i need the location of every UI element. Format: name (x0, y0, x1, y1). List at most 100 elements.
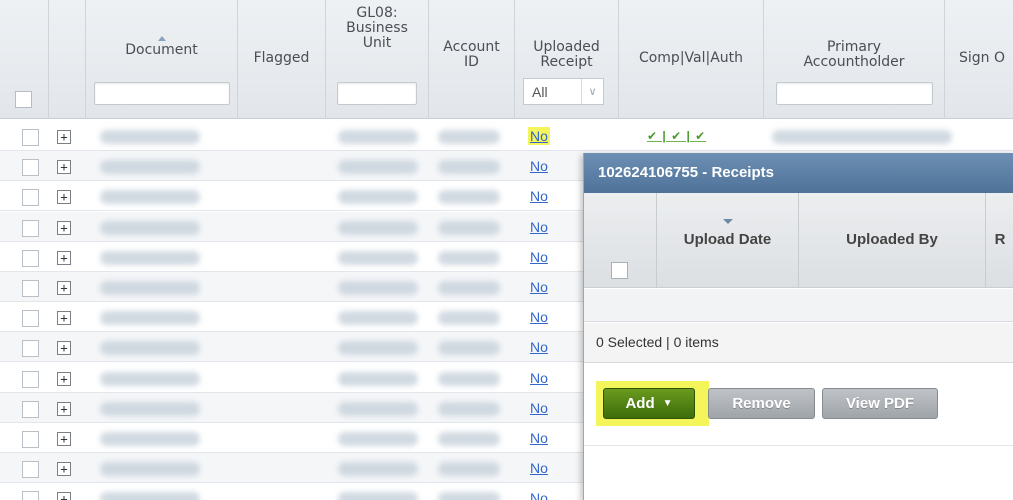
redacted-cell (438, 251, 500, 265)
expand-row-icon[interactable]: + (57, 311, 71, 325)
redacted-cell (438, 130, 500, 144)
row-checkbox[interactable] (22, 220, 39, 237)
receipts-select-column (584, 193, 657, 288)
uploaded-receipt-link[interactable]: No (528, 187, 550, 205)
column-sign-off-title: Sign O (959, 50, 1006, 66)
row-checkbox[interactable] (22, 491, 39, 500)
business-unit-filter-input[interactable] (337, 82, 417, 105)
redacted-cell (100, 221, 200, 235)
row-checkbox[interactable] (22, 280, 39, 297)
redacted-cell (100, 311, 200, 325)
select-all-column (0, 0, 49, 119)
redacted-cell (438, 432, 500, 446)
primary-accountholder-filter-input[interactable] (776, 82, 933, 105)
uploaded-receipt-link[interactable]: No (528, 218, 550, 236)
redacted-cell (338, 402, 418, 416)
column-uploaded-by-title: Uploaded By (846, 231, 938, 248)
dialog-title[interactable]: 102624106755 - Receipts (584, 153, 1013, 193)
row-checkbox[interactable] (22, 189, 39, 206)
uploaded-receipt-link[interactable]: No (528, 338, 550, 356)
expand-row-icon[interactable]: + (57, 341, 71, 355)
redacted-cell (338, 190, 418, 204)
expand-row-icon[interactable]: + (57, 432, 71, 446)
comp-val-auth-checks: ✔ | ✔ | ✔ (647, 129, 707, 143)
redacted-cell (338, 251, 418, 265)
redacted-cell (338, 432, 418, 446)
receipts-select-all-checkbox[interactable] (611, 262, 628, 279)
column-flagged[interactable]: Flagged (238, 0, 326, 119)
row-checkbox[interactable] (22, 250, 39, 267)
select-all-checkbox[interactable] (15, 91, 32, 108)
expand-row-icon[interactable]: + (57, 492, 71, 500)
add-button-label: Add (625, 395, 655, 412)
redacted-cell (438, 281, 500, 295)
row-checkbox[interactable] (22, 431, 39, 448)
column-account-id-title: Account ID (443, 39, 500, 70)
uploaded-receipt-link[interactable]: No (528, 157, 550, 175)
column-document-title: Document (125, 42, 198, 58)
expand-row-icon[interactable]: + (57, 160, 71, 174)
redacted-cell (338, 281, 418, 295)
remove-button[interactable]: Remove (708, 388, 815, 419)
view-pdf-button[interactable]: View PDF (822, 388, 938, 419)
column-business-unit[interactable]: GL08: Business Unit (326, 0, 429, 119)
column-primary-accountholder[interactable]: Primary Accountholder (764, 0, 945, 119)
redacted-cell (338, 492, 418, 500)
redacted-cell (338, 160, 418, 174)
redacted-cell (100, 130, 200, 144)
row-checkbox[interactable] (22, 461, 39, 478)
uploaded-receipt-filter-value: All (532, 83, 548, 100)
expand-row-icon[interactable]: + (57, 281, 71, 295)
uploaded-receipt-link[interactable]: No (528, 429, 550, 447)
document-filter-input[interactable] (94, 82, 230, 105)
uploaded-receipt-link[interactable]: No (528, 127, 550, 145)
row-checkbox[interactable] (22, 129, 39, 146)
caret-down-icon: ▼ (662, 398, 673, 409)
row-checkbox[interactable] (22, 340, 39, 357)
row-checkbox[interactable] (22, 401, 39, 418)
uploaded-receipt-link[interactable]: No (528, 308, 550, 326)
expand-row-icon[interactable]: + (57, 372, 71, 386)
column-upload-date[interactable]: Upload Date (657, 193, 799, 288)
column-truncated[interactable]: R (986, 193, 1013, 288)
redacted-cell (338, 462, 418, 476)
uploaded-receipt-link[interactable]: No (528, 399, 550, 417)
row-checkbox[interactable] (22, 371, 39, 388)
table-row[interactable]: + No ✔ | ✔ | ✔ (0, 121, 1013, 151)
redacted-cell (100, 432, 200, 446)
column-account-id[interactable]: Account ID (429, 0, 515, 119)
expand-row-icon[interactable]: + (57, 130, 71, 144)
redacted-cell (338, 372, 418, 386)
expand-row-icon[interactable]: + (57, 190, 71, 204)
column-document[interactable]: Document (86, 0, 238, 119)
column-truncated-title: R (994, 231, 1006, 248)
redacted-cell (438, 341, 500, 355)
chevron-down-icon: ∨ (581, 79, 603, 104)
redacted-cell (338, 341, 418, 355)
redacted-cell (438, 402, 500, 416)
expand-row-icon[interactable]: + (57, 402, 71, 416)
expand-column (49, 0, 86, 119)
column-uploaded-receipt[interactable]: Uploaded Receipt All ∨ (515, 0, 619, 119)
redacted-cell (100, 402, 200, 416)
redacted-cell (100, 281, 200, 295)
uploaded-receipt-link[interactable]: No (528, 278, 550, 296)
uploaded-receipt-link[interactable]: No (528, 369, 550, 387)
row-checkbox[interactable] (22, 310, 39, 327)
uploaded-receipt-link[interactable]: No (528, 459, 550, 477)
expand-row-icon[interactable]: + (57, 221, 71, 235)
add-button[interactable]: Add ▼ (603, 388, 695, 419)
redacted-cell (438, 372, 500, 386)
column-primary-accountholder-title: Primary Accountholder (803, 39, 905, 70)
uploaded-receipt-link[interactable]: No (528, 489, 550, 500)
row-checkbox[interactable] (22, 159, 39, 176)
column-uploaded-by[interactable]: Uploaded By (799, 193, 986, 288)
column-comp-val-auth[interactable]: Comp|Val|Auth (619, 0, 764, 119)
expand-row-icon[interactable]: + (57, 462, 71, 476)
column-sign-off[interactable]: Sign O (945, 0, 1013, 119)
redacted-cell (438, 492, 500, 500)
uploaded-receipt-link[interactable]: No (528, 248, 550, 266)
sort-descending-icon (722, 219, 733, 224)
expand-row-icon[interactable]: + (57, 251, 71, 265)
uploaded-receipt-filter-select[interactable]: All ∨ (523, 78, 604, 105)
